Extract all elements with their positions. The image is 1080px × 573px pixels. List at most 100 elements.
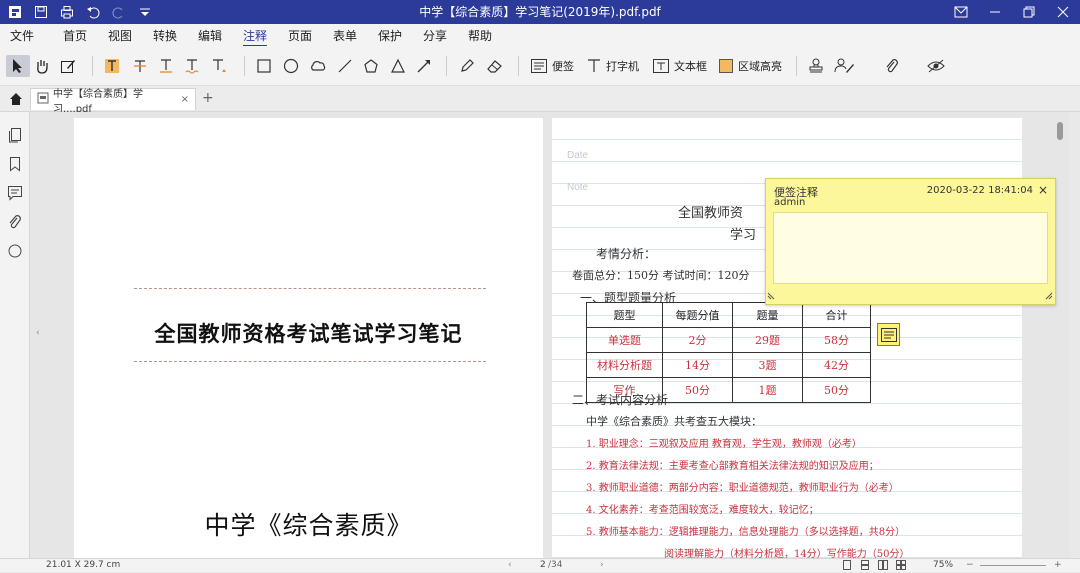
handwritten-line: 考情分析： [596, 247, 657, 261]
typewriter-tool[interactable]: 打字机 [586, 55, 639, 77]
menu-page[interactable]: 页面 [288, 27, 312, 44]
new-tab-button[interactable]: + [202, 90, 214, 106]
table-cell: 单选题 [586, 327, 663, 353]
resize-handle-icon[interactable] [1045, 289, 1053, 303]
sticky-note-close-button[interactable]: × [1038, 183, 1048, 197]
sticky-note-popup[interactable]: 便签注释 admin 2020-03-22 18:41:04 × [765, 178, 1056, 305]
two-page-view-icon[interactable] [878, 560, 888, 573]
menu-share[interactable]: 分享 [423, 27, 447, 44]
tab-close-button[interactable]: × [181, 94, 189, 105]
hide-annotations-tool[interactable] [926, 55, 948, 77]
highlight-icon [104, 58, 120, 74]
search-icon[interactable] [6, 242, 24, 260]
cloud-icon [309, 58, 327, 74]
note-label: Note [567, 182, 589, 193]
squiggly-tool[interactable] [184, 55, 204, 77]
restore-icon[interactable] [1020, 3, 1038, 21]
page-size-readout: 21.01 X 29.7 cm [46, 560, 121, 570]
area-highlight-icon [718, 58, 734, 74]
page1-title: 全国教师资格考试笔试学习笔记 [154, 321, 463, 346]
arrow-tool[interactable] [416, 55, 436, 77]
document-tab[interactable]: 中学【综合素质】学习....pdf × [30, 88, 196, 115]
scrollbar-thumb[interactable] [1057, 122, 1063, 140]
page-number-input[interactable]: 2 [540, 560, 546, 570]
comments-icon[interactable] [6, 184, 24, 202]
handwritten-line: 4. 文化素养：考查范围较宽泛，难度较大，较记忆； [586, 505, 819, 516]
hand-tool[interactable] [34, 55, 54, 77]
menu-edit[interactable]: 编辑 [198, 27, 222, 44]
arrow-icon [416, 58, 432, 74]
bookmark-icon[interactable] [6, 155, 24, 173]
table-cell: 1题 [732, 377, 803, 403]
divider-top [134, 288, 486, 289]
attachment-tool[interactable] [884, 55, 904, 77]
window-title: 中学【综合素质】学习笔记(2019年).pdf.pdf [419, 5, 661, 19]
minimize-icon[interactable] [986, 3, 1004, 21]
strikethrough-tool[interactable] [132, 55, 152, 77]
collapse-panel-icon[interactable]: ‹ [36, 328, 40, 338]
select-tool[interactable] [6, 55, 30, 77]
status-bar: 21.01 X 29.7 cm ‹ 2 /34 › 75% − + [0, 558, 1080, 572]
ellipse-tool[interactable] [283, 55, 303, 77]
single-page-view-icon[interactable] [842, 560, 852, 573]
sticky-note-marker-icon[interactable] [877, 323, 900, 346]
divider-bottom [134, 361, 486, 362]
insert-text-tool[interactable] [210, 55, 232, 77]
stamp-tool[interactable] [808, 55, 828, 77]
signature-icon [834, 58, 856, 74]
mail-icon[interactable] [952, 3, 970, 21]
menu-protect[interactable]: 保护 [378, 27, 402, 44]
table-cell: 2分 [662, 327, 733, 353]
menu-view[interactable]: 视图 [108, 27, 132, 44]
toolbar-separator [446, 56, 447, 76]
handwritten-line: 阅读理解能力（材料分析题，14分）写作能力（50分） [664, 549, 910, 558]
edit-tool[interactable] [60, 55, 80, 77]
ellipse-icon [283, 58, 299, 74]
rectangle-tool[interactable] [256, 55, 276, 77]
area-highlight-tool[interactable]: 区域高亮 [718, 55, 782, 77]
cloud-tool[interactable] [309, 55, 329, 77]
menu-comment[interactable]: 注释 [243, 27, 268, 47]
prev-page-icon[interactable]: ‹ [508, 560, 512, 570]
menu-help[interactable]: 帮助 [468, 27, 492, 44]
pencil-tool[interactable] [459, 55, 479, 77]
handwritten-line: 3. 教师职业道德：两部分内容：职业道德规范，教师职业行为（必考） [586, 483, 899, 494]
signature-tool[interactable] [834, 55, 860, 77]
menu-form[interactable]: 表单 [333, 27, 357, 44]
zoom-out-icon[interactable]: − [966, 560, 974, 570]
table-cell: 58分 [802, 327, 871, 353]
menu-convert[interactable]: 转换 [153, 27, 177, 44]
line-tool[interactable] [337, 55, 357, 77]
textbox-tool[interactable]: 文本框 [652, 55, 707, 77]
zoom-slider[interactable] [980, 565, 1046, 566]
sticky-note-textarea[interactable] [773, 212, 1048, 284]
sticky-note-label: 便签 [552, 60, 574, 73]
polygon-tool[interactable] [363, 55, 383, 77]
resize-handle-icon[interactable] [767, 289, 775, 303]
underline-tool[interactable] [158, 55, 178, 77]
attachments-icon[interactable] [6, 213, 24, 231]
close-window-icon[interactable] [1054, 3, 1072, 21]
zoom-in-icon[interactable]: + [1054, 560, 1062, 570]
highlight-text-tool[interactable] [104, 55, 124, 77]
table-header-cell: 题型 [586, 302, 663, 328]
textbox-label: 文本框 [674, 60, 707, 73]
paperclip-icon [884, 58, 900, 74]
zoom-level[interactable]: 75% [933, 560, 953, 570]
home-icon[interactable] [7, 90, 25, 108]
two-page-continuous-view-icon[interactable] [896, 560, 906, 573]
question-type-table: 题型 每题分值 题量 合计 单选题 2分 29题 58分 材料分析题 14分 3… [586, 302, 871, 403]
polyline-tool[interactable] [390, 55, 410, 77]
menu-home[interactable]: 首页 [63, 27, 87, 44]
insert-text-icon [210, 58, 228, 74]
sticky-note-tool[interactable]: 便签 [530, 55, 574, 77]
eraser-tool[interactable] [486, 55, 506, 77]
next-page-icon[interactable]: › [600, 560, 604, 570]
typewriter-label: 打字机 [606, 60, 639, 73]
continuous-view-icon[interactable] [860, 560, 870, 573]
menu-file[interactable]: 文件 [10, 27, 34, 44]
tab-title: 中学【综合素质】学习....pdf [53, 88, 143, 115]
eraser-icon [486, 58, 504, 74]
table-header-cell: 题量 [732, 302, 803, 328]
thumbnails-icon[interactable] [6, 126, 24, 144]
